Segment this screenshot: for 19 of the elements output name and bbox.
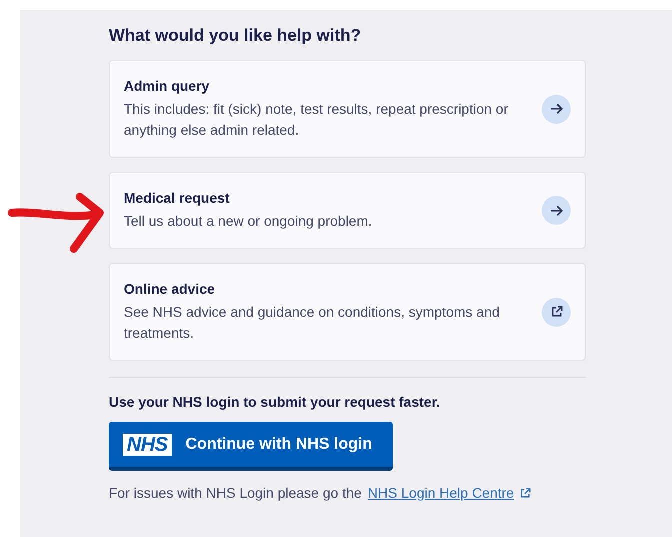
option-card[interactable]: Medical request Tell us about a new or ongoing problem. bbox=[109, 172, 586, 249]
external-link-icon bbox=[550, 306, 562, 318]
nhs-logo: NHS bbox=[123, 434, 172, 456]
arrow-right-icon bbox=[550, 102, 564, 116]
external-link-icon bbox=[520, 488, 532, 498]
option-description: This includes: fit (sick) note, test results, repeat prescription or anything else admin related. bbox=[124, 100, 510, 140]
option-description: Tell us about a new or ongoing problem. bbox=[124, 212, 374, 231]
heading: What would you like help with? bbox=[109, 26, 362, 46]
login-prompt: Use your NHS login to submit your request faster. bbox=[109, 394, 442, 410]
help-text: For issues with NHS Login please go the bbox=[109, 485, 362, 501]
help-link[interactable]: NHS Login Help Centre bbox=[368, 485, 514, 501]
option-card[interactable]: Online advice See NHS advice and guidance on conditions, symptoms and treatments. bbox=[109, 263, 586, 361]
option-description: See NHS advice and guidance on conditions, symptoms and treatments. bbox=[124, 302, 501, 342]
arrow-right-icon bbox=[550, 204, 564, 218]
option-title: Online advice bbox=[124, 280, 216, 296]
option-card[interactable]: Admin query This includes: fit (sick) note, test results, repeat prescription or anything else admin related. bbox=[109, 60, 586, 158]
nhs-login-button[interactable]: NHS Continue with NHS login bbox=[109, 422, 393, 471]
option-title: Medical request bbox=[124, 190, 231, 206]
option-title: Admin query bbox=[124, 78, 211, 94]
